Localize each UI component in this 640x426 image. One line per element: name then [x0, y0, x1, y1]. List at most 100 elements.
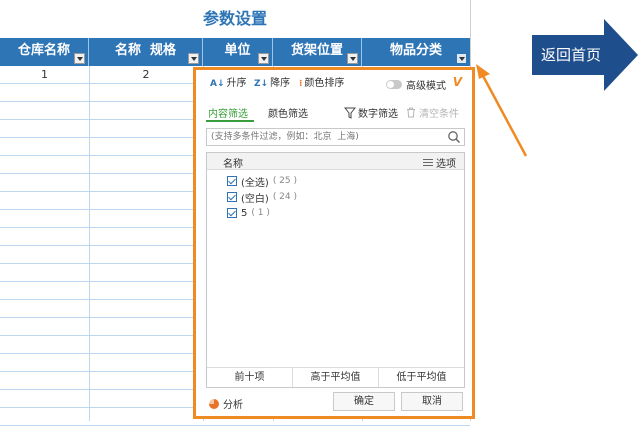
table-cell[interactable] — [89, 336, 203, 354]
column-header-name-spec: 名称 规格 — [89, 38, 203, 66]
table-cell[interactable] — [89, 102, 203, 120]
table-cell[interactable] — [89, 174, 203, 192]
advanced-mode-toggle[interactable]: 高级模式 — [386, 77, 446, 92]
column-header-warehouse: 仓库名称 — [0, 38, 89, 66]
sort-ascending-button[interactable]: A↓ 升序 — [210, 77, 247, 91]
column-header-label: 单位 — [224, 43, 251, 58]
table-cell[interactable] — [89, 84, 203, 102]
checkbox-checked-icon[interactable] — [227, 176, 237, 186]
table-cell[interactable] — [89, 228, 203, 246]
table-cell[interactable] — [0, 156, 89, 174]
table-cell[interactable] — [0, 120, 89, 138]
options-button[interactable]: 选项 — [423, 155, 456, 170]
table-cell[interactable] — [0, 210, 89, 228]
table-cell[interactable] — [89, 138, 203, 156]
pie-chart-icon — [209, 398, 219, 409]
sheet-title: 参数设置 — [202, 9, 267, 28]
table-cell[interactable] — [0, 264, 89, 282]
list-item-count: ( 1 ) — [251, 208, 270, 218]
cancel-button[interactable]: 取消 — [401, 392, 463, 411]
table-cell[interactable] — [0, 84, 89, 102]
table-cell[interactable] — [0, 336, 89, 354]
list-item-select-all[interactable]: (全选) ( 25 ) — [227, 173, 297, 189]
vip-icon: V — [452, 75, 462, 89]
column-header-unit: 单位 — [203, 38, 273, 66]
table-cell[interactable] — [89, 156, 203, 174]
table-cell[interactable] — [0, 246, 89, 264]
search-input[interactable] — [211, 130, 436, 144]
table-cell[interactable] — [0, 300, 89, 318]
sort-descending-label: 降序 — [270, 78, 291, 89]
sort-descending-button[interactable]: Z↓ 降序 — [254, 77, 290, 91]
table-cell[interactable] — [89, 354, 203, 372]
table-cell[interactable]: 1 — [0, 66, 89, 84]
filter-dropdown-icon[interactable] — [188, 53, 199, 64]
table-cell[interactable] — [89, 192, 203, 210]
filter-dropdown-icon[interactable] — [456, 53, 467, 64]
sort-ascending-icon: A↓ — [210, 79, 225, 89]
table-cell[interactable]: 2 — [89, 66, 203, 84]
clear-conditions-label: 清空条件 — [419, 109, 459, 120]
below-average-button[interactable]: 低于平均值 — [379, 368, 464, 387]
table-cell[interactable] — [0, 192, 89, 210]
return-home-button[interactable]: 返回首页 — [532, 19, 638, 91]
column-header-label: 物品分类 — [389, 43, 442, 58]
list-column-name: 名称 — [223, 159, 243, 170]
filter-dropdown-icon[interactable] — [347, 53, 358, 64]
table-cell[interactable] — [89, 390, 203, 408]
toggle-switch-icon — [386, 79, 402, 89]
search-icon[interactable] — [447, 130, 461, 144]
ok-button[interactable]: 确定 — [333, 392, 395, 411]
filter-dropdown-icon[interactable] — [74, 53, 85, 64]
column-header-label: 仓库名称 — [17, 43, 70, 58]
checkbox-checked-icon[interactable] — [227, 192, 237, 202]
list-item-count: ( 24 ) — [272, 192, 298, 202]
table-cell[interactable] — [0, 102, 89, 120]
filter-popup: A↓ 升序 Z↓ 降序 ⁝ 颜色排序 高级模式 V 内容筛选 颜色筛选 数字筛选 — [193, 67, 475, 419]
list-item-label: (全选) — [241, 177, 269, 189]
table-cell[interactable] — [89, 210, 203, 228]
filter-dropdown-icon[interactable] — [258, 53, 269, 64]
options-icon — [423, 159, 433, 166]
tab-color-filter[interactable]: 颜色筛选 — [268, 105, 308, 120]
table-cell[interactable] — [89, 264, 203, 282]
table-cell[interactable] — [0, 318, 89, 336]
table-cell[interactable] — [89, 246, 203, 264]
column-header-shelf: 货架位置 — [273, 38, 362, 66]
table-cell[interactable] — [0, 174, 89, 192]
callout-arrow-icon — [476, 64, 528, 157]
above-average-button[interactable]: 高于平均值 — [293, 368, 379, 387]
top-ten-button[interactable]: 前十项 — [207, 368, 293, 387]
header-row: 仓库名称 名称 规格 单位 货架位置 物品分类 — [0, 38, 470, 66]
table-cell[interactable] — [89, 120, 203, 138]
filter-tabs: 内容筛选 颜色筛选 数字筛选 清空条件 — [206, 102, 461, 122]
sort-ascending-label: 升序 — [226, 78, 247, 89]
table-cell[interactable] — [0, 138, 89, 156]
list-item-value[interactable]: 5 ( 1 ) — [227, 205, 297, 221]
list-item-label: 5 — [241, 207, 248, 219]
quick-filter-bar: 前十项 高于平均值 低于平均值 — [207, 367, 464, 387]
analysis-button[interactable]: 分析 — [209, 396, 243, 411]
table-cell[interactable] — [0, 354, 89, 372]
table-cell[interactable] — [0, 228, 89, 246]
color-sort-button[interactable]: ⁝ 颜色排序 — [299, 77, 344, 91]
checkbox-checked-icon[interactable] — [227, 208, 237, 218]
table-cell[interactable] — [89, 300, 203, 318]
table-cell[interactable] — [89, 282, 203, 300]
sort-bar: A↓ 升序 Z↓ 降序 ⁝ 颜色排序 高级模式 V — [196, 70, 472, 96]
advanced-mode-label: 高级模式 — [406, 80, 446, 92]
clear-conditions-button[interactable]: 清空条件 — [406, 105, 459, 120]
list-item-blank[interactable]: (空白) ( 24 ) — [227, 189, 297, 205]
number-filter-button[interactable]: 数字筛选 — [344, 105, 398, 120]
table-cell[interactable] — [0, 408, 89, 426]
table-cell[interactable] — [89, 372, 203, 390]
table-cell[interactable] — [89, 318, 203, 336]
list-item-label: (空白) — [241, 193, 269, 205]
table-cell[interactable] — [89, 408, 203, 426]
funnel-icon — [344, 107, 356, 119]
tab-content-filter[interactable]: 内容筛选 — [208, 105, 248, 120]
table-cell[interactable] — [0, 390, 89, 408]
table-cell[interactable] — [0, 282, 89, 300]
trash-icon — [407, 107, 415, 118]
table-cell[interactable] — [0, 372, 89, 390]
